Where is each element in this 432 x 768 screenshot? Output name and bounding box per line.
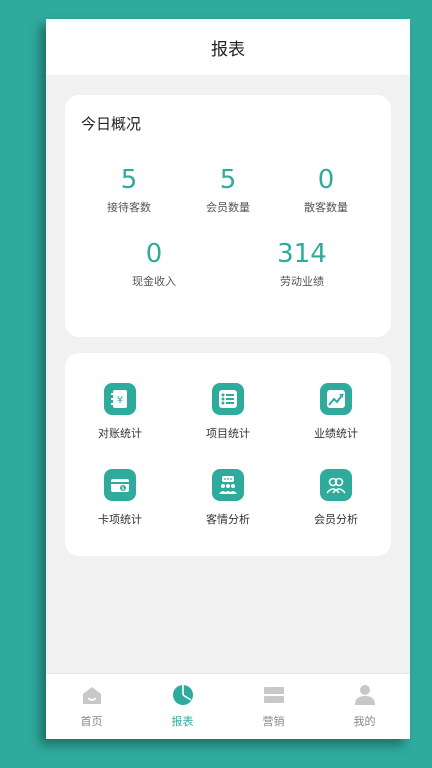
trend-chart-icon xyxy=(320,383,352,415)
tab-label: 我的 xyxy=(353,715,376,728)
checklist-icon xyxy=(212,383,244,415)
menu-label: 会员分析 xyxy=(314,513,358,526)
user-icon xyxy=(353,683,377,707)
stat-label: 散客数量 xyxy=(304,201,348,214)
tab-label: 首页 xyxy=(80,715,103,728)
menu-label: 客情分析 xyxy=(206,513,250,526)
menu-customer-analysis[interactable]: 客情分析 xyxy=(173,469,283,527)
stat-label: 现金收入 xyxy=(132,275,176,288)
ticket-icon xyxy=(262,683,286,707)
stat-reception-count: 5 接待客数 xyxy=(74,165,184,215)
menu-card-stats[interactable]: $ 卡项统计 xyxy=(65,469,175,527)
menu-project-stats[interactable]: 项目统计 xyxy=(173,383,283,441)
stat-value: 314 xyxy=(277,239,327,269)
customer-chat-icon xyxy=(212,469,244,501)
overview-title: 今日概况 xyxy=(81,115,142,133)
svg-text:¥: ¥ xyxy=(117,395,123,406)
stat-value: 0 xyxy=(145,239,163,269)
page-header: 报表 xyxy=(46,19,410,75)
stat-label: 接待客数 xyxy=(107,201,151,214)
menu-label: 卡项统计 xyxy=(98,513,142,526)
card-coin-icon: $ xyxy=(104,469,136,501)
menu-reconciliation-stats[interactable]: ¥ 对账统计 xyxy=(65,383,175,441)
tab-label: 营销 xyxy=(262,715,285,728)
bottom-tab-bar: 首页 报表 营销 我的 xyxy=(46,673,410,739)
stat-label: 劳动业绩 xyxy=(280,275,324,288)
stat-value: 5 xyxy=(219,165,237,195)
members-icon xyxy=(320,469,352,501)
tab-home[interactable]: 首页 xyxy=(46,674,137,739)
svg-text:$: $ xyxy=(121,486,124,492)
menu-performance-stats[interactable]: 业绩统计 xyxy=(281,383,391,441)
ledger-yen-icon: ¥ xyxy=(104,383,136,415)
menu-member-analysis[interactable]: 会员分析 xyxy=(281,469,391,527)
stat-labor-performance: 314 劳动业绩 xyxy=(247,239,357,289)
stat-value: 5 xyxy=(120,165,138,195)
menu-label: 项目统计 xyxy=(206,427,250,440)
pie-chart-icon xyxy=(171,683,195,707)
stat-walkin-count: 0 散客数量 xyxy=(271,165,381,215)
app-screen: 报表 今日概况 5 接待客数 5 会员数量 0 散客数量 0 现金收入 314 … xyxy=(46,19,410,739)
menu-label: 业绩统计 xyxy=(314,427,358,440)
tab-mine[interactable]: 我的 xyxy=(319,674,410,739)
stat-cash-income: 0 现金收入 xyxy=(99,239,209,289)
stat-member-count: 5 会员数量 xyxy=(173,165,283,215)
stat-value: 0 xyxy=(317,165,335,195)
home-icon xyxy=(80,683,104,707)
tab-report[interactable]: 报表 xyxy=(137,674,228,739)
menu-label: 对账统计 xyxy=(98,427,142,440)
report-menu-card: ¥ 对账统计 项目统计 业绩统计 $ 卡项统计 客情分析 会员分析 xyxy=(65,353,391,556)
tab-marketing[interactable]: 营销 xyxy=(228,674,319,739)
today-overview-card: 今日概况 5 接待客数 5 会员数量 0 散客数量 0 现金收入 314 劳动业… xyxy=(65,95,391,337)
tab-label: 报表 xyxy=(171,715,194,728)
page-title: 报表 xyxy=(211,39,245,60)
stat-label: 会员数量 xyxy=(206,201,250,214)
